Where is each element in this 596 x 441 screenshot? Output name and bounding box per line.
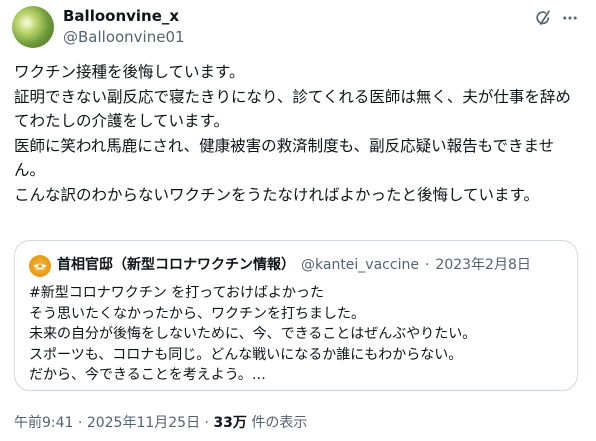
quote-body-text: #新型コロナワクチン を打っておけばよかった そう思いたくなかったから、ワクチン… [29, 285, 477, 383]
quote-author-handle[interactable]: @kantei_vaccine [301, 257, 419, 273]
quoted-tweet[interactable]: 首相官邸（新型コロナワクチン情報） @kantei_vaccine · 2023年2月… [14, 240, 578, 391]
tweet-footer: 午前9:41 · 2025年11月25日 · 33万 件の表示 [14, 413, 307, 433]
more-options-button[interactable] [560, 8, 580, 28]
author-handle[interactable]: @Balloonvine01 [63, 27, 185, 47]
view-count-label: 件の表示 [251, 415, 308, 431]
author-avatar[interactable] [12, 6, 54, 48]
tweet: Balloonvine_x @Balloonvine01 ワクチン接種を後悔して… [0, 0, 596, 441]
tweet-body-text: ワクチン接種を後悔しています。 証明できない副反応で寝たきりになり、診てくれる医… [14, 63, 571, 204]
quote-header: 首相官邸（新型コロナワクチン情報） @kantei_vaccine · 2023年2月… [57, 255, 531, 275]
view-count: 33万 [213, 415, 247, 431]
quote-separator: · [424, 257, 430, 273]
footer-separator-2: · [204, 415, 209, 431]
footer-separator-1: · [77, 415, 83, 431]
more-options-icon [563, 16, 577, 20]
quote-avatar[interactable] [29, 255, 51, 277]
grok-button[interactable] [533, 8, 553, 28]
quote-date[interactable]: 2023年2月8日 [435, 257, 530, 273]
grok-icon [536, 10, 550, 25]
quote-author-name[interactable]: 首相官邸（新型コロナワクチン情報） [57, 257, 295, 273]
author-name[interactable]: Balloonvine_x [63, 6, 179, 26]
government-seal-icon [34, 263, 46, 270]
post-date[interactable]: 2025年11月25日 [87, 415, 200, 431]
post-time[interactable]: 午前9:41 [14, 415, 73, 431]
